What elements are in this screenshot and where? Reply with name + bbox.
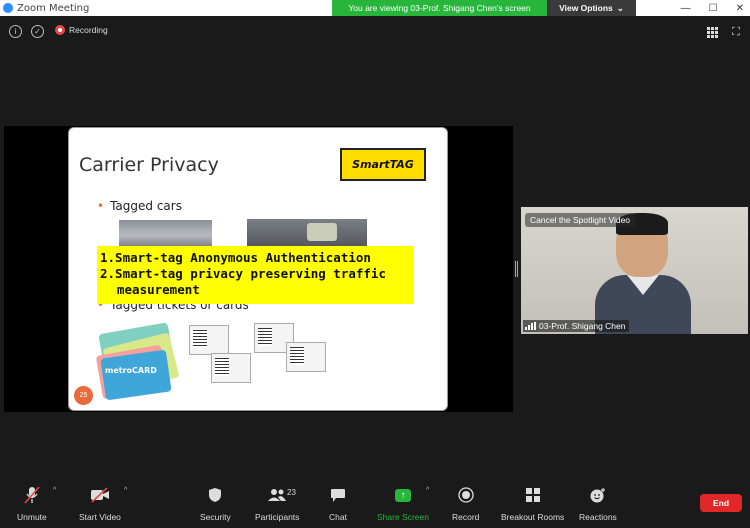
view-options-label: View Options bbox=[559, 3, 613, 13]
smarttag-logo: SmartTAG bbox=[340, 148, 426, 181]
chat-label: Chat bbox=[329, 512, 347, 522]
slide-page-number: 25 bbox=[74, 386, 93, 405]
share-screen-icon: ↑ bbox=[394, 486, 411, 504]
metrocard-image bbox=[100, 349, 172, 401]
metrocard-label: metroCARD bbox=[105, 366, 157, 375]
signal-strength-icon bbox=[525, 322, 536, 330]
recording-indicator[interactable]: Recording bbox=[55, 25, 108, 35]
chat-button[interactable]: Chat bbox=[329, 486, 347, 522]
participant-count: 23 bbox=[287, 488, 296, 497]
audio-options-caret[interactable]: ^ bbox=[53, 487, 56, 494]
breakout-rooms-label: Breakout Rooms bbox=[501, 512, 565, 522]
video-off-icon bbox=[90, 486, 110, 504]
meeting-toolbar: Unmute ^ Start Video ^ Security Particip… bbox=[0, 480, 750, 528]
security-label: Security bbox=[200, 512, 231, 522]
shield-icon bbox=[208, 486, 222, 504]
zoom-logo-icon bbox=[3, 3, 13, 13]
start-video-button[interactable]: Start Video bbox=[79, 486, 121, 522]
record-icon bbox=[458, 486, 474, 504]
share-screen-button[interactable]: ↑ Share Screen bbox=[377, 486, 429, 522]
fullscreen-icon[interactable]: ⛶ bbox=[730, 26, 742, 38]
participant-name: 03-Prof. Shigang Chen bbox=[539, 321, 626, 331]
start-video-label: Start Video bbox=[79, 512, 121, 522]
smarttag-logo-text: SmartTAG bbox=[352, 158, 414, 171]
window-controls: — ☐ ✕ bbox=[681, 0, 744, 16]
gallery-view-icon[interactable] bbox=[707, 27, 718, 38]
reactions-button[interactable]: Reactions bbox=[579, 486, 617, 522]
meeting-topbar: i ✓ Recording bbox=[0, 22, 750, 42]
viewing-banner: You are viewing 03-Prof. Shigang Chen's … bbox=[332, 0, 636, 16]
minimize-button[interactable]: — bbox=[681, 3, 691, 14]
callout-line-3: measurement bbox=[117, 282, 200, 297]
recording-icon bbox=[55, 25, 65, 35]
speaker-video-tile[interactable]: Cancel the Spotlight Video 03-Prof. Shig… bbox=[521, 207, 748, 334]
callout-line-2: 2.Smart-tag privacy preserving traffic bbox=[100, 266, 386, 281]
presentation-slide: Carrier Privacy SmartTAG Tagged cars Tag… bbox=[68, 127, 448, 411]
participants-icon bbox=[267, 486, 287, 504]
security-button[interactable]: Security bbox=[200, 486, 231, 522]
unmute-label: Unmute bbox=[17, 512, 47, 522]
ticket-image bbox=[286, 342, 326, 372]
maximize-button[interactable]: ☐ bbox=[709, 3, 718, 14]
callout-line-1: 1.Smart-tag Anonymous Authentication bbox=[100, 250, 371, 265]
viewing-message: You are viewing 03-Prof. Shigang Chen's … bbox=[332, 0, 547, 16]
end-meeting-button[interactable]: End bbox=[700, 494, 742, 512]
smiley-icon bbox=[589, 486, 607, 504]
view-options-button[interactable]: View Options ⌄ bbox=[547, 0, 636, 16]
record-button[interactable]: Record bbox=[452, 486, 479, 522]
breakout-rooms-button[interactable]: Breakout Rooms bbox=[501, 486, 564, 522]
video-options-caret[interactable]: ^ bbox=[124, 487, 127, 494]
breakout-rooms-icon bbox=[525, 486, 541, 504]
share-screen-label: Share Screen bbox=[377, 512, 429, 522]
share-options-caret[interactable]: ^ bbox=[426, 487, 429, 494]
meeting-info-icon[interactable]: i bbox=[9, 25, 22, 38]
panel-resize-handle[interactable] bbox=[515, 261, 518, 277]
unmute-button[interactable]: Unmute bbox=[17, 486, 47, 522]
muted-microphone-icon bbox=[24, 486, 40, 504]
close-button[interactable]: ✕ bbox=[736, 3, 744, 14]
slide-callout: 1.Smart-tag Anonymous Authentication 2.S… bbox=[97, 246, 414, 304]
slide-bullet-tagged-cars: Tagged cars bbox=[97, 199, 182, 213]
chevron-down-icon: ⌄ bbox=[616, 2, 624, 13]
reactions-label: Reactions bbox=[579, 512, 617, 522]
chat-icon bbox=[330, 486, 346, 504]
recording-label: Recording bbox=[69, 25, 108, 35]
participant-name-tag: 03-Prof. Shigang Chen bbox=[523, 320, 630, 332]
encryption-shield-icon[interactable]: ✓ bbox=[31, 25, 44, 38]
record-label: Record bbox=[452, 512, 480, 522]
window-title: Zoom Meeting bbox=[17, 2, 90, 14]
ticket-image bbox=[189, 325, 229, 355]
slide-title: Carrier Privacy bbox=[79, 154, 219, 176]
ticket-image bbox=[211, 353, 251, 383]
cancel-spotlight-button[interactable]: Cancel the Spotlight Video bbox=[525, 213, 636, 227]
participants-label: Participants bbox=[255, 512, 300, 522]
